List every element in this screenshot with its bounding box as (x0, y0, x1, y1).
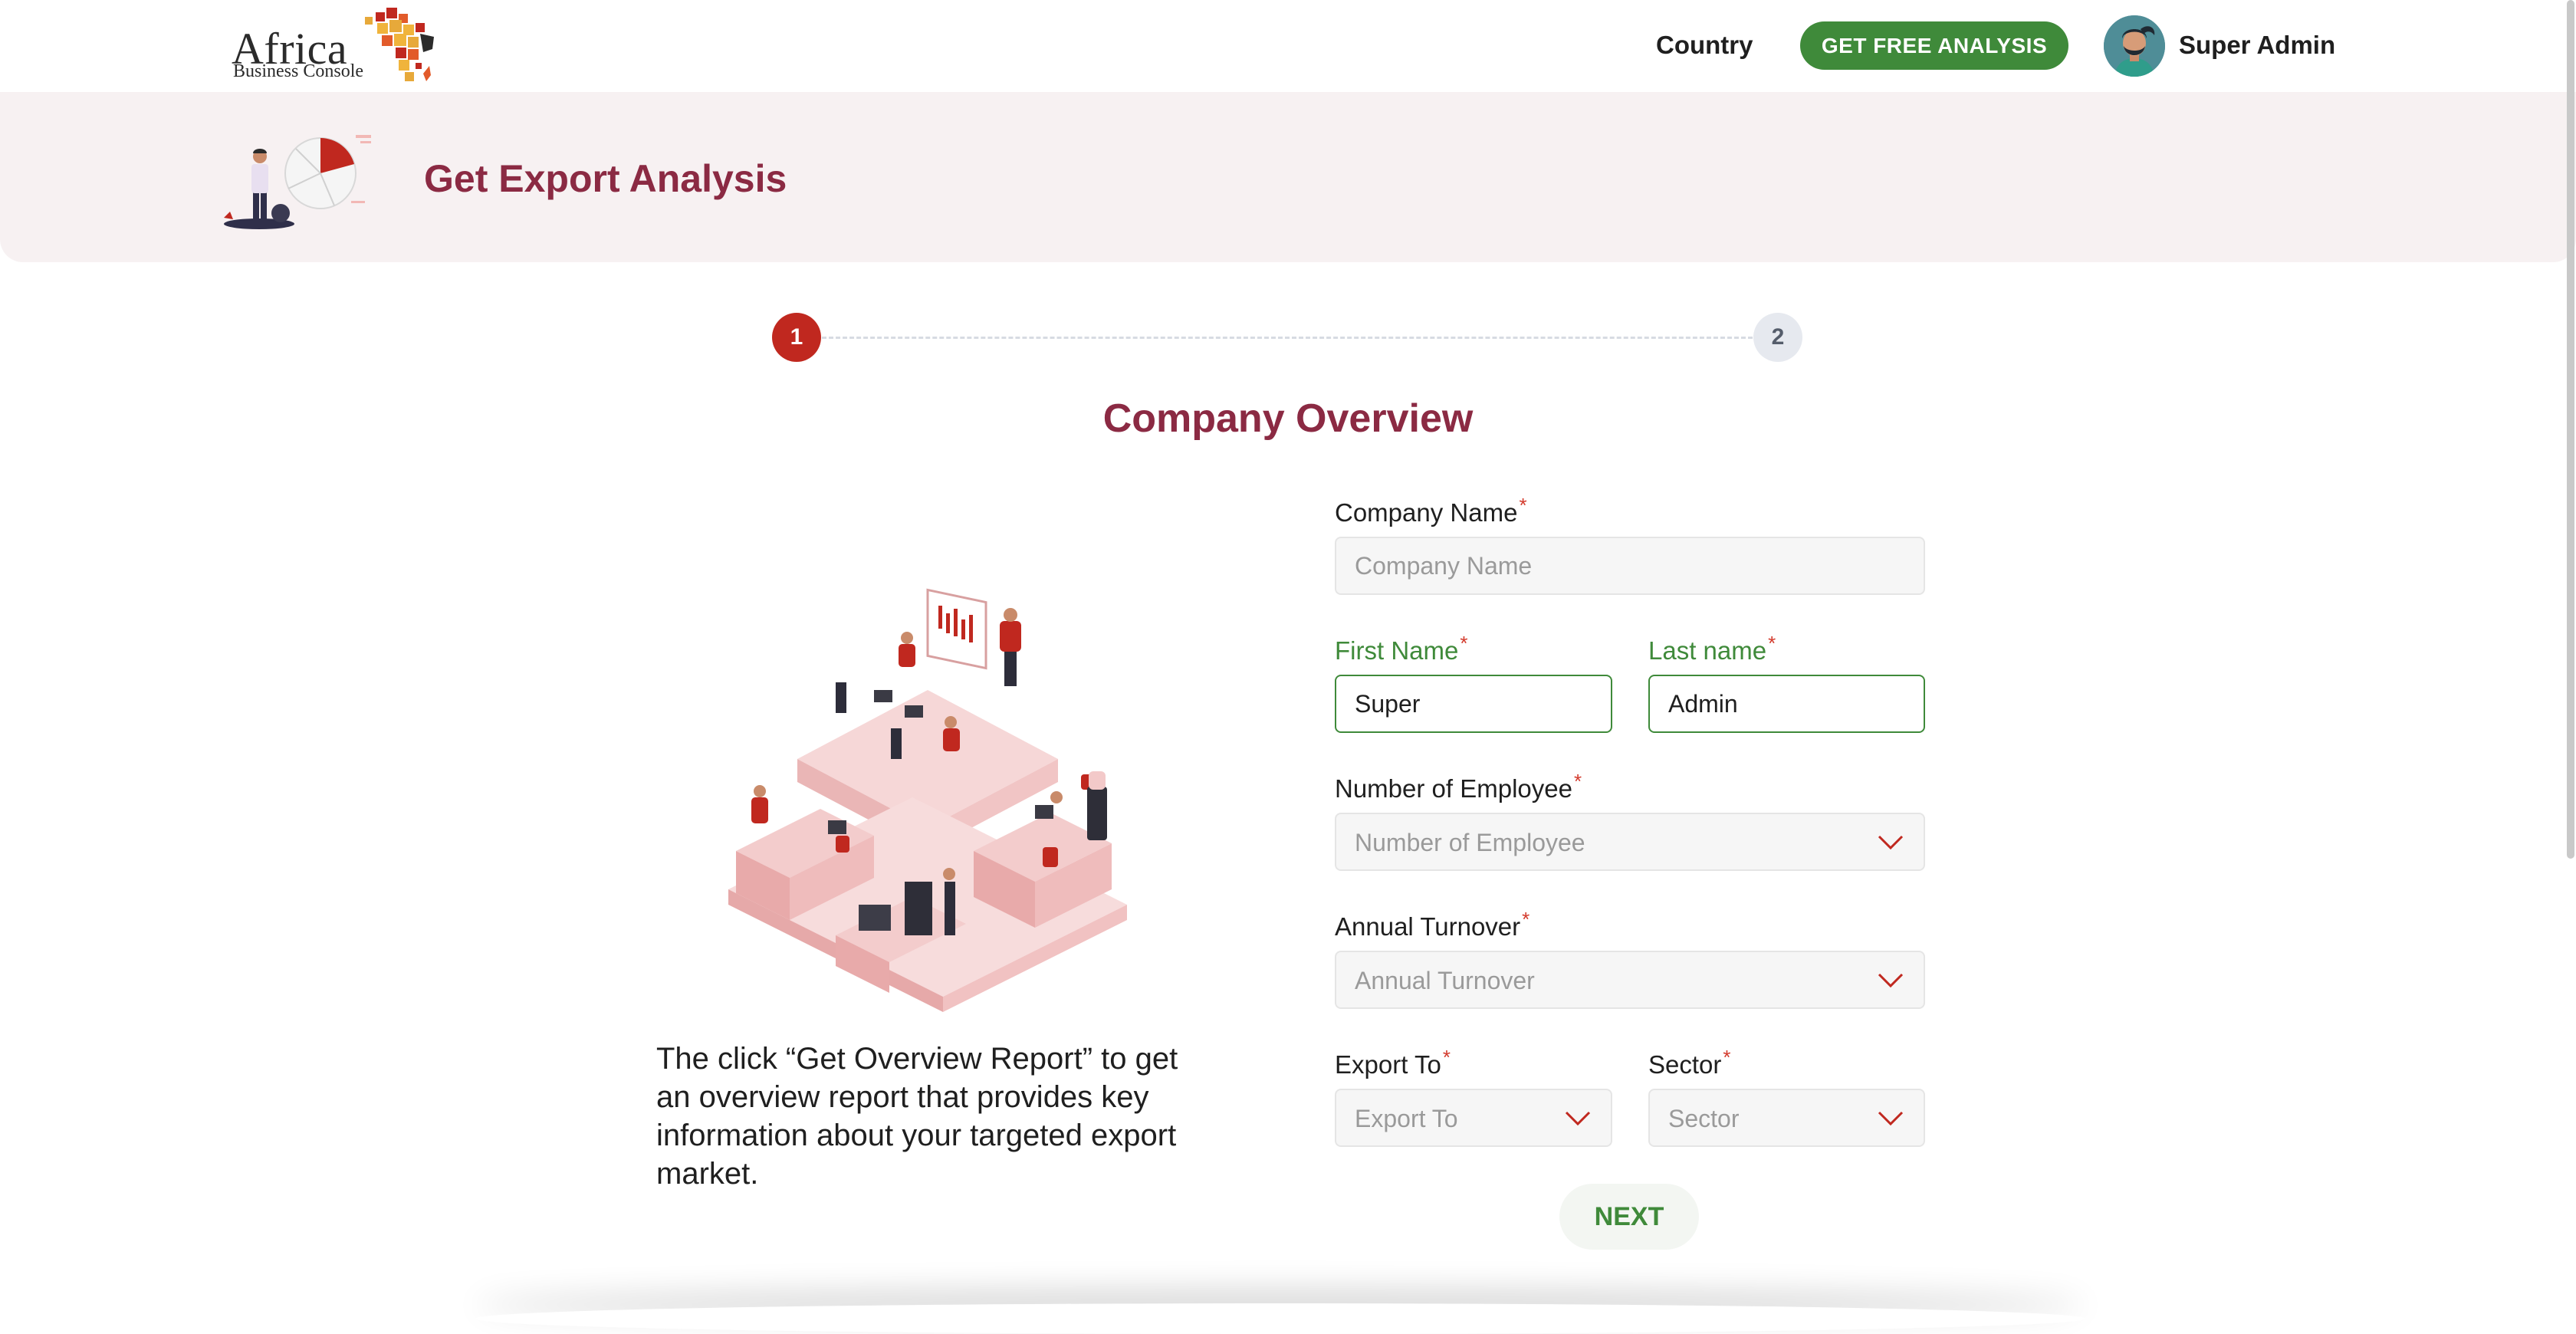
next-button[interactable]: NEXT (1559, 1184, 1699, 1250)
export-to-select[interactable]: Export To (1335, 1089, 1612, 1147)
required-mark: * (1723, 1046, 1731, 1069)
sector-label: Sector* (1648, 1046, 1731, 1079)
employees-label: Number of Employee* (1335, 770, 1582, 803)
chevron-down-icon (1878, 835, 1904, 850)
required-mark: * (1519, 494, 1527, 517)
required-mark: * (1768, 632, 1776, 655)
chevron-down-icon (1878, 973, 1904, 988)
chevron-down-icon (1878, 1111, 1904, 1126)
chevron-down-icon (1565, 1111, 1591, 1126)
africa-business-console-logo[interactable]: Africa Business Console (230, 6, 452, 87)
nav-country-link[interactable]: Country (1656, 31, 1753, 60)
sector-placeholder: Sector (1668, 1105, 1740, 1132)
export-to-label: Export To* (1335, 1046, 1451, 1079)
last-name-input[interactable] (1648, 675, 1925, 733)
turnover-label: Annual Turnover* (1335, 908, 1530, 941)
step-indicator-1: 1 (772, 313, 821, 362)
overview-description: The click “Get Overview Report” to get a… (656, 1042, 1178, 1191)
company-name-input[interactable] (1335, 537, 1925, 595)
last-name-label: Last name* (1648, 632, 1776, 665)
user-name[interactable]: Super Admin (2179, 31, 2335, 60)
turnover-placeholder: Annual Turnover (1355, 967, 1535, 994)
required-mark: * (1442, 1046, 1451, 1069)
company-name-label: Company Name* (1335, 494, 1527, 527)
person-avatar-icon (2104, 15, 2165, 77)
employees-select[interactable]: Number of Employee (1335, 813, 1925, 871)
page-scrollbar[interactable] (2567, 0, 2574, 859)
top-header: Africa Business Console Country GET FREE… (0, 0, 2576, 92)
analysis-illustration (224, 135, 371, 229)
required-mark: * (1460, 632, 1468, 655)
required-mark: * (1522, 908, 1530, 931)
first-name-input[interactable] (1335, 675, 1612, 733)
employees-placeholder: Number of Employee (1355, 829, 1585, 856)
section-title: Company Overview (1102, 396, 1474, 441)
office-illustration (728, 588, 1127, 1012)
stepper-connector (822, 337, 1753, 339)
first-name-label: First Name* (1335, 632, 1468, 665)
get-free-analysis-button[interactable]: GET FREE ANALYSIS (1800, 21, 2068, 70)
export-to-placeholder: Export To (1355, 1105, 1458, 1132)
card-shadow-edge (475, 1303, 2085, 1334)
turnover-select[interactable]: Annual Turnover (1335, 951, 1925, 1009)
page-banner: Get Export Analysis (0, 92, 2576, 262)
step-indicator-2: 2 (1753, 313, 1802, 362)
africa-map-icon (365, 8, 434, 81)
user-avatar[interactable] (2104, 15, 2165, 77)
page-title: Get Export Analysis (424, 157, 787, 200)
logo-subtitle: Business Console (233, 61, 364, 81)
sector-select[interactable]: Sector (1648, 1089, 1925, 1147)
required-mark: * (1573, 770, 1582, 793)
